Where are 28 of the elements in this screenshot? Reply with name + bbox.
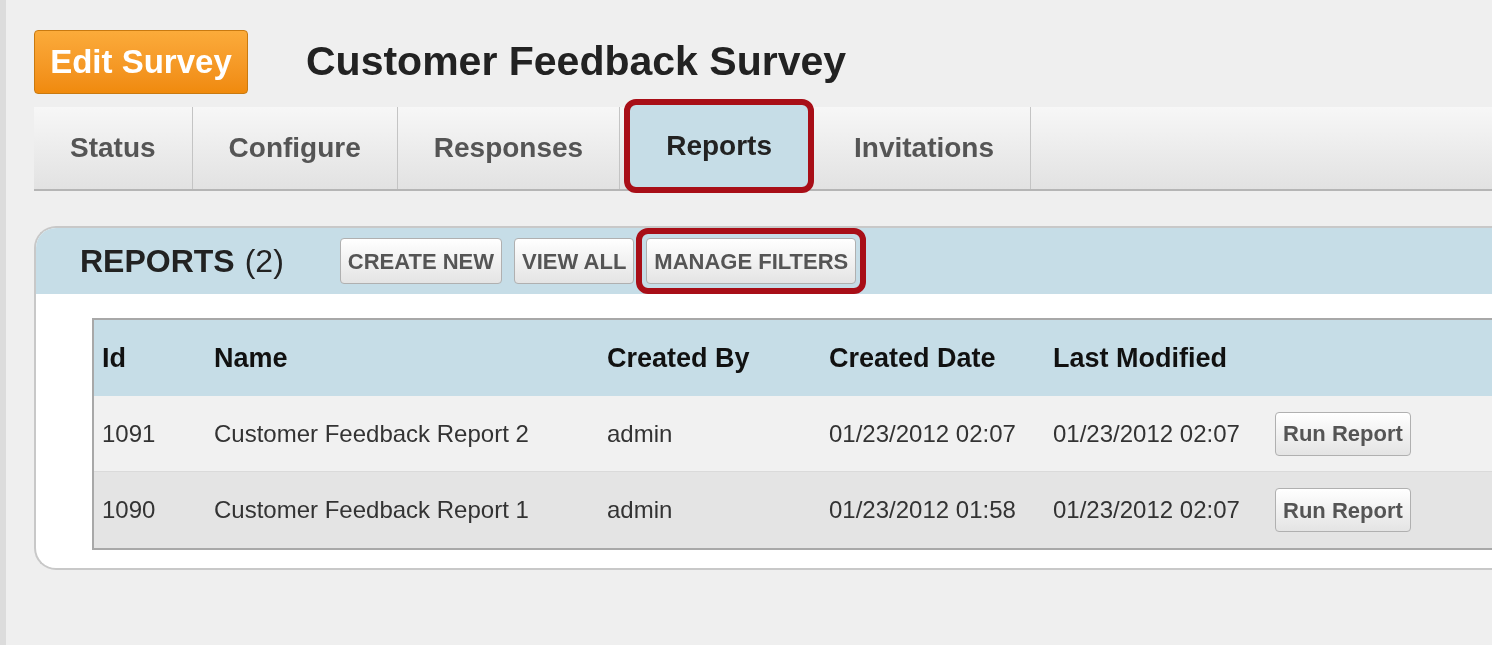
table-cell-text: 01/23/2012 02:07	[828, 418, 1017, 449]
column-header: Name	[213, 341, 289, 375]
column-header: Last Modified	[1052, 341, 1228, 375]
panel-button[interactable]: VIEW ALL	[514, 238, 635, 284]
panel-button[interactable]: MANAGE FILTERS	[646, 238, 857, 284]
table-cell-text: 01/23/2012 02:07	[1052, 418, 1241, 449]
tab[interactable]: Configure	[192, 107, 398, 189]
table-cell-text: Customer Feedback Report 2	[213, 418, 530, 449]
tab[interactable]: Responses	[397, 107, 621, 189]
table-cell-text: 01/23/2012 02:07	[1052, 495, 1241, 525]
report-count: (2)	[244, 242, 284, 281]
table-cell-text: admin	[606, 495, 674, 525]
run-report-button[interactable]: Run Report	[1275, 411, 1411, 456]
column-header: Created By	[606, 341, 751, 375]
column-header: Id	[101, 341, 127, 375]
tab[interactable]: Reports	[624, 99, 814, 193]
run-report-button[interactable]: Run Report	[1275, 488, 1411, 532]
tab[interactable]: Invitations	[818, 107, 1031, 189]
page-title: Customer Feedback Survey	[306, 37, 847, 87]
table-cell-text: 1090	[101, 495, 157, 525]
table-cell-text: 1091	[101, 418, 157, 449]
table-cell-text: 01/23/2012 01:58	[828, 495, 1017, 525]
tab[interactable]: Status	[34, 107, 193, 189]
table-cell-text: Customer Feedback Report 1	[213, 495, 530, 525]
panel-button[interactable]: CREATE NEW	[339, 238, 503, 284]
table-cell-text: admin	[606, 418, 674, 449]
column-header: Created Date	[828, 341, 997, 375]
panel-heading: REPORTS	[80, 242, 235, 281]
